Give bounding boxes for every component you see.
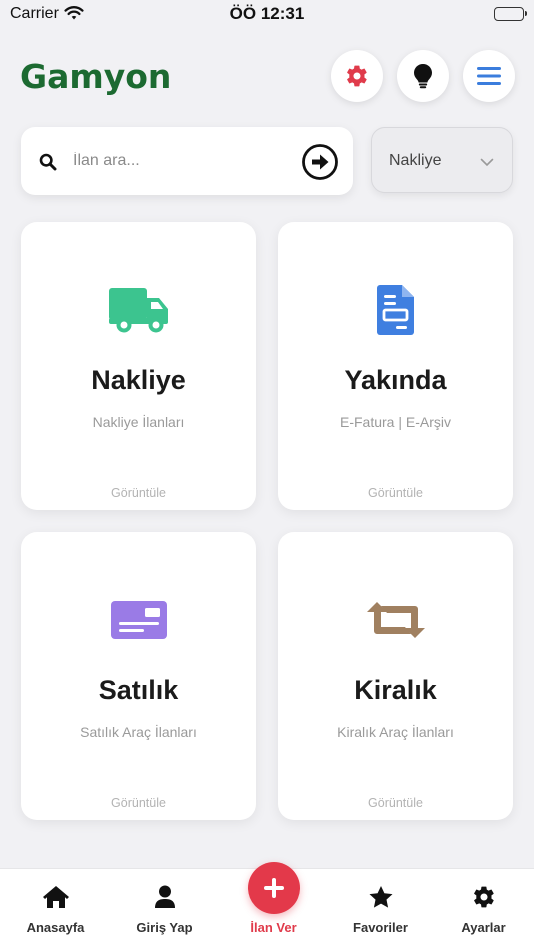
user-icon xyxy=(111,885,218,909)
tab-giris-yap[interactable]: Giriş Yap xyxy=(111,869,218,950)
tab-favoriler[interactable]: Favoriler xyxy=(327,869,434,950)
tab-label: Giriş Yap xyxy=(136,920,193,935)
card-yakinda[interactable]: Yakında E-Fatura | E-Arşiv Görüntüle xyxy=(278,222,513,510)
tab-label: Ayarlar xyxy=(461,920,506,935)
card-subtitle: Kiralık Araç İlanları xyxy=(337,724,454,740)
chevron-down-icon xyxy=(480,154,494,172)
app-logo: Gamyon xyxy=(20,52,171,102)
logo-text: Gamyon xyxy=(20,57,170,96)
plus-icon xyxy=(264,878,284,898)
card-subtitle: Nakliye İlanları xyxy=(92,414,185,430)
card-title: Satılık xyxy=(98,675,179,705)
document-icon xyxy=(278,280,513,340)
card-title: Nakliye xyxy=(91,365,186,395)
card-title: Kiralık xyxy=(354,675,437,705)
search-icon xyxy=(39,153,57,176)
card-nakliye[interactable]: Nakliye Nakliye İlanları Görüntüle xyxy=(21,222,256,510)
add-listing-button[interactable] xyxy=(248,862,300,914)
category-select-value: Nakliye xyxy=(389,152,442,169)
status-bar: Carrier ÖÖ 12:31 xyxy=(0,0,534,30)
tab-label: İlan Ver xyxy=(250,920,297,935)
tab-ayarlar[interactable]: Ayarlar xyxy=(430,869,534,950)
card-subtitle: E-Fatura | E-Arşiv xyxy=(340,414,451,430)
truck-icon xyxy=(21,280,256,340)
hamburger-menu-icon xyxy=(477,67,501,85)
card-view-link[interactable]: Görüntüle xyxy=(21,796,256,810)
card-kiralik[interactable]: Kiralık Kiralık Araç İlanları Görüntüle xyxy=(278,532,513,820)
tab-label: Favoriler xyxy=(353,920,408,935)
tab-anasayfa[interactable]: Anasayfa xyxy=(2,869,109,950)
home-icon xyxy=(2,885,109,909)
star-icon xyxy=(327,885,434,909)
card-title: Yakında xyxy=(344,365,447,395)
card-satilik[interactable]: Satılık Satılık Araç İlanları Görüntüle xyxy=(21,532,256,820)
settings-button[interactable] xyxy=(331,50,383,102)
menu-button[interactable] xyxy=(463,50,515,102)
card-view-link[interactable]: Görüntüle xyxy=(278,796,513,810)
clock: ÖÖ 12:31 xyxy=(229,4,305,23)
category-select[interactable]: Nakliye xyxy=(371,127,513,193)
search-submit-button[interactable] xyxy=(301,143,339,181)
tab-label: Anasayfa xyxy=(26,920,85,935)
arrow-circle-right-icon xyxy=(302,144,338,180)
money-card-icon xyxy=(21,590,256,650)
card-view-link[interactable]: Görüntüle xyxy=(21,486,256,500)
gear-icon xyxy=(347,65,367,87)
retweet-icon xyxy=(278,590,513,650)
gear-icon xyxy=(430,885,534,909)
lightbulb-icon xyxy=(414,64,432,89)
card-view-link[interactable]: Görüntüle xyxy=(278,486,513,500)
battery-icon xyxy=(494,7,527,21)
search-bar xyxy=(21,127,353,195)
tips-button[interactable] xyxy=(397,50,449,102)
card-subtitle: Satılık Araç İlanları xyxy=(80,724,197,740)
search-input[interactable] xyxy=(73,143,293,179)
